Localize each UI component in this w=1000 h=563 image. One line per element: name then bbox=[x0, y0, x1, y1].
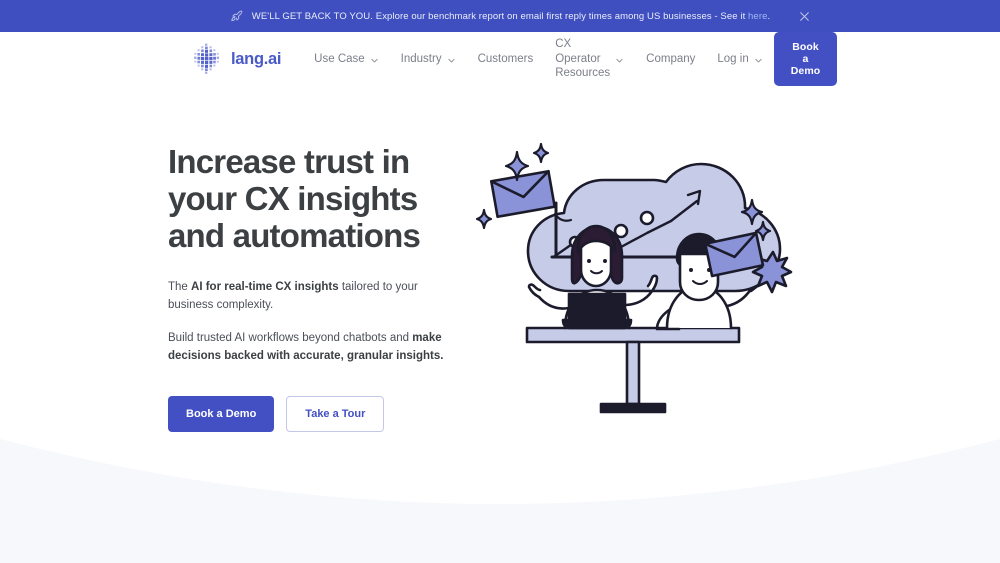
nav-item-log-in[interactable]: Log in bbox=[706, 52, 773, 66]
nav-item-label: Industry bbox=[400, 52, 442, 65]
announcement-trailing: . bbox=[767, 10, 771, 22]
brand-logo[interactable]: lang.ai bbox=[190, 42, 281, 76]
nav-item-label: Customers bbox=[477, 52, 534, 65]
nav-item-label: Use Case bbox=[314, 52, 365, 65]
hero-p1-before: The bbox=[168, 280, 192, 293]
close-icon[interactable] bbox=[796, 8, 812, 24]
main-navigation: lang.ai Use Case Industry Customers CX O… bbox=[0, 32, 1000, 86]
announcement-body: Explore our benchmark report on email fi… bbox=[373, 10, 749, 22]
section-curve-divider bbox=[0, 439, 1000, 563]
announcement-banner-content: WE'LL GET BACK TO YOU. Explore our bench… bbox=[230, 9, 770, 23]
chevron-down-icon bbox=[615, 55, 624, 64]
nav-item-industry[interactable]: Industry bbox=[390, 52, 467, 66]
announcement-banner: WE'LL GET BACK TO YOU. Explore our bench… bbox=[0, 0, 1000, 32]
nav-item-label: Log in bbox=[717, 52, 749, 65]
hero-illustration-container bbox=[468, 130, 810, 432]
team-data-insights-illustration bbox=[469, 130, 809, 430]
hero-take-a-tour-button[interactable]: Take a Tour bbox=[286, 396, 385, 433]
rocket-icon bbox=[230, 9, 244, 23]
hero-content: Increase trust in your CX insights and a… bbox=[168, 143, 468, 433]
nav-links: Use Case Industry Customers CX Operator … bbox=[303, 37, 774, 80]
hero-book-a-demo-button[interactable]: Book a Demo bbox=[168, 396, 275, 433]
nav-item-cx-operator-resources[interactable]: CX Operator Resources bbox=[544, 37, 635, 80]
hero-p1-bold: AI for real-time CX insights bbox=[191, 280, 339, 293]
nav-item-customers[interactable]: Customers bbox=[467, 52, 545, 66]
hero-paragraph-2: Build trusted AI workflows beyond chatbo… bbox=[168, 330, 458, 366]
hero-cta-row: Book a Demo Take a Tour bbox=[168, 396, 468, 433]
page-title: Increase trust in your CX insights and a… bbox=[168, 143, 421, 254]
brand-name: lang.ai bbox=[231, 49, 282, 68]
chevron-down-icon bbox=[370, 55, 379, 64]
chevron-down-icon bbox=[447, 55, 456, 64]
nav-item-label: CX Operator Resources bbox=[555, 38, 611, 80]
announcement-lead: WE'LL GET BACK TO YOU. bbox=[251, 10, 374, 22]
announcement-link[interactable]: here bbox=[748, 11, 767, 22]
nav-item-company[interactable]: Company bbox=[635, 52, 706, 66]
hero-section: Increase trust in your CX insights and a… bbox=[0, 86, 1000, 433]
hero-p2-before: Build trusted AI workflows beyond chatbo… bbox=[168, 332, 413, 345]
nav-book-a-demo-button[interactable]: Book a Demo bbox=[773, 32, 838, 86]
nav-item-use-case[interactable]: Use Case bbox=[303, 52, 390, 66]
lang-ai-logo-icon bbox=[190, 42, 224, 76]
hero-paragraph-1: The AI for real-time CX insights tailore… bbox=[168, 279, 458, 315]
announcement-text: WE'LL GET BACK TO YOU. Explore our bench… bbox=[252, 11, 770, 22]
chevron-down-icon bbox=[754, 55, 763, 64]
nav-item-label: Company bbox=[646, 52, 696, 65]
